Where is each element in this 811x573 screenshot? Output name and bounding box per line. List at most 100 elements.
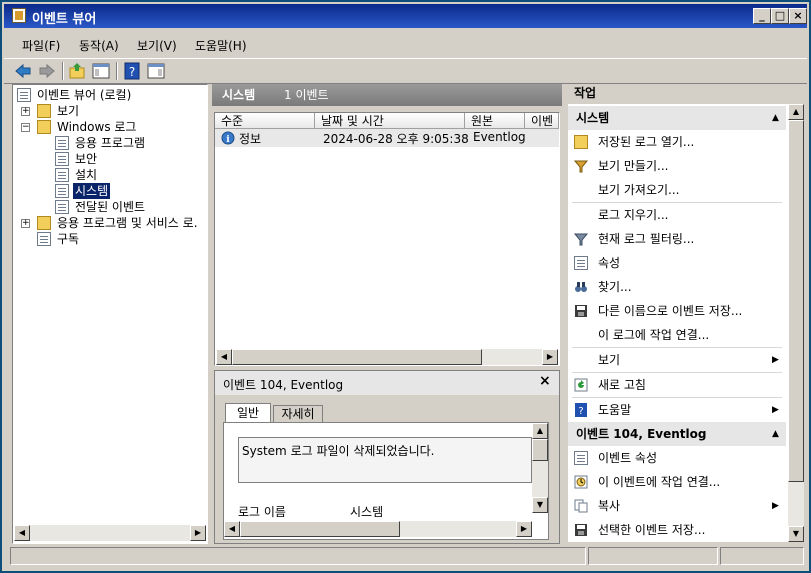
event-datetime: 2024-06-28 오후 9:05:38: [323, 132, 469, 146]
submenu-arrow-icon: ▶: [772, 501, 779, 511]
minimize-button[interactable]: _: [753, 8, 771, 24]
submenu-arrow-icon: ▶: [772, 355, 779, 365]
menu-view[interactable]: 보기(V): [137, 37, 177, 54]
tab-details[interactable]: 자세히: [273, 405, 323, 423]
scroll-down-button[interactable]: ▼: [788, 526, 804, 542]
scroll-left-button[interactable]: ◀: [224, 521, 240, 537]
collapse-arrow-icon[interactable]: ▲: [772, 106, 779, 130]
log-name-value: 시스템: [350, 505, 384, 519]
action-help[interactable]: ? 도움말 ▶: [568, 398, 782, 422]
status-bar: [4, 545, 807, 567]
action-save-selected-events[interactable]: 선택한 이벤트 저장...: [568, 518, 782, 542]
tree-hscrollbar[interactable]: ◀ ▶: [14, 525, 206, 541]
scroll-right-button[interactable]: ▶: [190, 525, 206, 541]
maximize-button[interactable]: □: [771, 8, 789, 24]
action-create-view[interactable]: 보기 만들기...: [568, 154, 782, 178]
action-attach-task-to-log[interactable]: 이 로그에 작업 연결...: [568, 323, 782, 347]
column-datetime[interactable]: 날짜 및 시간: [315, 113, 465, 129]
tab-general[interactable]: 일반: [225, 403, 271, 423]
events-hscrollbar[interactable]: ◀ ▶: [216, 349, 558, 365]
event-detail-pane: 이벤트 104, Eventlog × 일반 자세히 System 로그 파일이…: [214, 370, 560, 544]
action-filter-current-log[interactable]: 현재 로그 필터링...: [568, 227, 782, 251]
action-open-saved-log[interactable]: 저장된 로그 열기...: [568, 130, 782, 154]
log-name: 시스템: [222, 88, 256, 102]
action-refresh[interactable]: 새로 고침: [568, 373, 782, 397]
events-list: 수준 날짜 및 시간 원본 이벤 i 정보 2024-06-28 오후 9:05…: [214, 112, 560, 366]
help-icon[interactable]: ?: [123, 62, 141, 80]
scroll-up-button[interactable]: ▲: [532, 423, 548, 439]
event-viewer-icon: [17, 88, 31, 102]
scroll-left-button[interactable]: ◀: [14, 525, 30, 541]
show-hide-action-pane-icon[interactable]: [147, 62, 165, 80]
status-cell-main: [10, 547, 586, 565]
detail-vscrollbar[interactable]: ▲ ▼: [532, 423, 548, 513]
show-hide-tree-icon[interactable]: [92, 62, 110, 80]
collapse-arrow-icon[interactable]: ▲: [772, 422, 779, 446]
svg-text:?: ?: [129, 65, 135, 79]
scroll-thumb[interactable]: [788, 120, 804, 482]
status-cell-2: [588, 547, 718, 565]
save-icon: [575, 524, 587, 536]
column-level[interactable]: 수준: [215, 113, 315, 129]
close-button[interactable]: ×: [789, 8, 807, 24]
menu-file[interactable]: 파일(F): [22, 37, 60, 54]
submenu-arrow-icon: ▶: [772, 405, 779, 415]
action-save-events-as[interactable]: 다른 이름으로 이벤트 저장...: [568, 299, 782, 323]
tree-item-system-label-selected: 시스템: [73, 183, 111, 199]
event-source: Eventlog: [473, 130, 526, 144]
scroll-thumb[interactable]: [532, 439, 548, 461]
tab-content-general: System 로그 파일이 삭제되었습니다. 로그 이름 시스템 ▲ ▼ ◀ ▶: [223, 422, 549, 540]
scroll-up-button[interactable]: ▲: [788, 104, 804, 120]
filter-icon: [574, 160, 588, 173]
action-copy[interactable]: 복사 ▶: [568, 494, 782, 518]
actions-vscrollbar[interactable]: ▲ ▼: [788, 104, 804, 542]
log-icon: [55, 152, 69, 166]
back-arrow-icon[interactable]: [14, 62, 32, 80]
navigation-tree: 이벤트 뷰어 (로컬) + 보기 − Windows 로그 응용 프로그램 보안…: [12, 84, 208, 544]
title-bar[interactable]: 이벤트 뷰어 _ □ ×: [4, 4, 807, 28]
action-attach-task-to-event[interactable]: 이 이벤트에 작업 연결...: [568, 470, 782, 494]
event-viewer-app-icon: [12, 8, 26, 23]
scroll-right-button[interactable]: ▶: [542, 349, 558, 365]
svg-text:i: i: [226, 135, 230, 145]
log-header-bar: 시스템 1 이벤트: [212, 84, 562, 106]
detail-title: 이벤트 104, Eventlog: [223, 378, 344, 392]
collapse-icon[interactable]: −: [21, 123, 30, 132]
scroll-thumb[interactable]: [232, 349, 482, 365]
event-level: 정보: [239, 132, 262, 146]
actions-section-system[interactable]: 시스템 ▲: [568, 106, 786, 130]
expand-icon[interactable]: +: [21, 219, 30, 228]
action-find[interactable]: 찾기...: [568, 275, 782, 299]
log-icon: [55, 184, 69, 198]
detail-hscrollbar[interactable]: ◀ ▶: [224, 521, 532, 537]
forward-arrow-icon[interactable]: [38, 62, 56, 80]
action-properties[interactable]: 속성: [568, 251, 782, 275]
event-message-box: System 로그 파일이 삭제되었습니다.: [238, 437, 532, 483]
action-view-submenu[interactable]: 보기 ▶: [568, 348, 782, 372]
action-import-view[interactable]: 보기 가져오기...: [568, 178, 782, 202]
expand-icon[interactable]: +: [21, 107, 30, 116]
action-clear-log[interactable]: 로그 지우기...: [568, 203, 782, 227]
folder-icon: [37, 104, 51, 118]
actions-pane: 시스템 ▲ 저장된 로그 열기... 보기 만들기... 보기 가져오기... …: [568, 104, 804, 542]
properties-icon: [574, 256, 588, 270]
detail-close-icon[interactable]: ×: [539, 373, 551, 389]
menu-action[interactable]: 동작(A): [79, 37, 119, 54]
menu-help[interactable]: 도움말(H): [195, 37, 247, 54]
scroll-right-button[interactable]: ▶: [516, 521, 532, 537]
task-clock-icon: [574, 475, 588, 489]
scroll-left-button[interactable]: ◀: [216, 349, 232, 365]
properties-icon: [574, 451, 588, 465]
up-folder-icon[interactable]: [68, 62, 86, 80]
table-row[interactable]: i 정보 2024-06-28 오후 9:05:38 Eventlog: [215, 129, 559, 147]
event-message: System 로그 파일이 삭제되었습니다.: [242, 444, 435, 458]
scroll-thumb[interactable]: [240, 521, 400, 537]
column-source[interactable]: 원본: [465, 113, 525, 129]
action-event-properties[interactable]: 이벤트 속성: [568, 446, 782, 470]
info-icon: i: [221, 131, 235, 145]
scroll-down-button[interactable]: ▼: [532, 497, 548, 513]
actions-section-event[interactable]: 이벤트 104, Eventlog ▲: [568, 422, 786, 446]
folder-icon: [37, 120, 51, 134]
column-event-id[interactable]: 이벤: [525, 113, 559, 129]
menu-bar: 파일(F) 동작(A) 보기(V) 도움말(H): [4, 32, 807, 56]
